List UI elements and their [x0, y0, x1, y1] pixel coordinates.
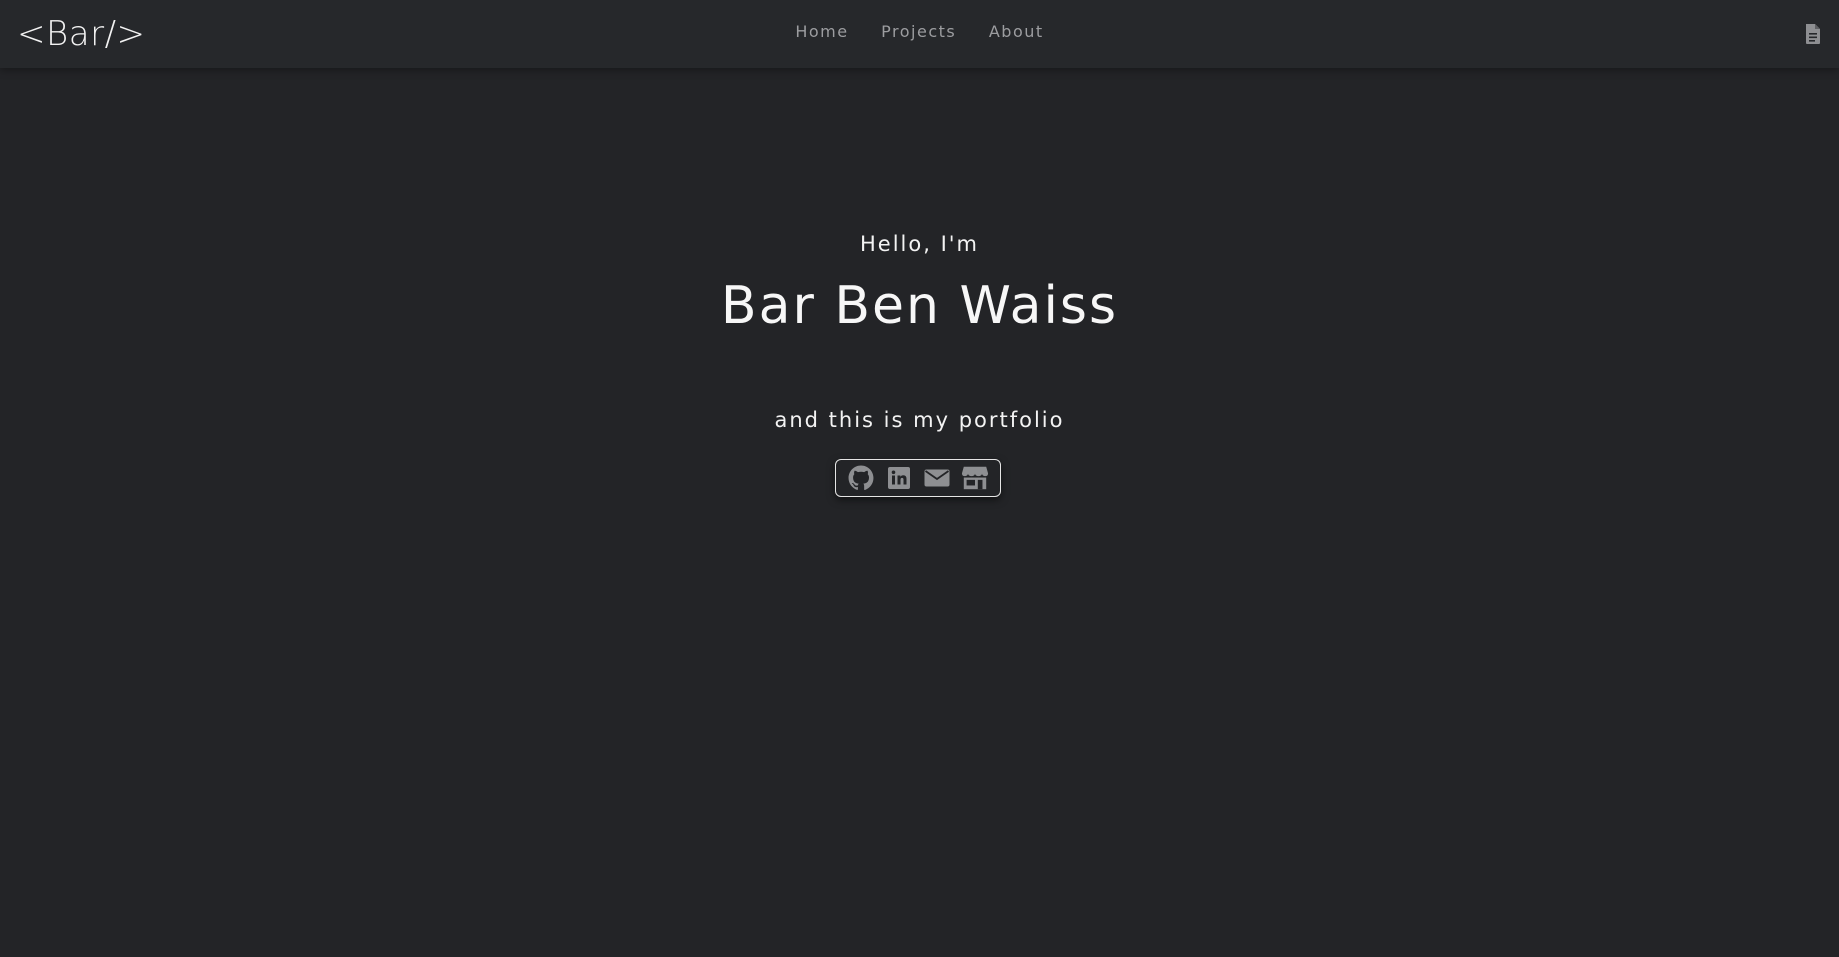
- hero-name: Bar Ben Waiss: [720, 276, 1119, 336]
- linkedin-icon[interactable]: [885, 464, 913, 492]
- github-icon[interactable]: [847, 464, 875, 492]
- social-links-bar: [835, 459, 1001, 497]
- navbar: <Bar/> Home Projects About: [0, 0, 1839, 68]
- hero-tagline: and this is my portfolio: [774, 408, 1065, 432]
- nav-links: Home Projects About: [0, 22, 1839, 41]
- store-icon[interactable]: [961, 464, 989, 492]
- nav-about-link[interactable]: About: [989, 22, 1044, 41]
- nav-home-link[interactable]: Home: [795, 22, 848, 41]
- file-document-icon[interactable]: [1804, 23, 1822, 45]
- nav-projects-link[interactable]: Projects: [881, 22, 956, 41]
- hero-greeting: Hello, I'm: [859, 232, 979, 256]
- email-icon[interactable]: [923, 464, 951, 492]
